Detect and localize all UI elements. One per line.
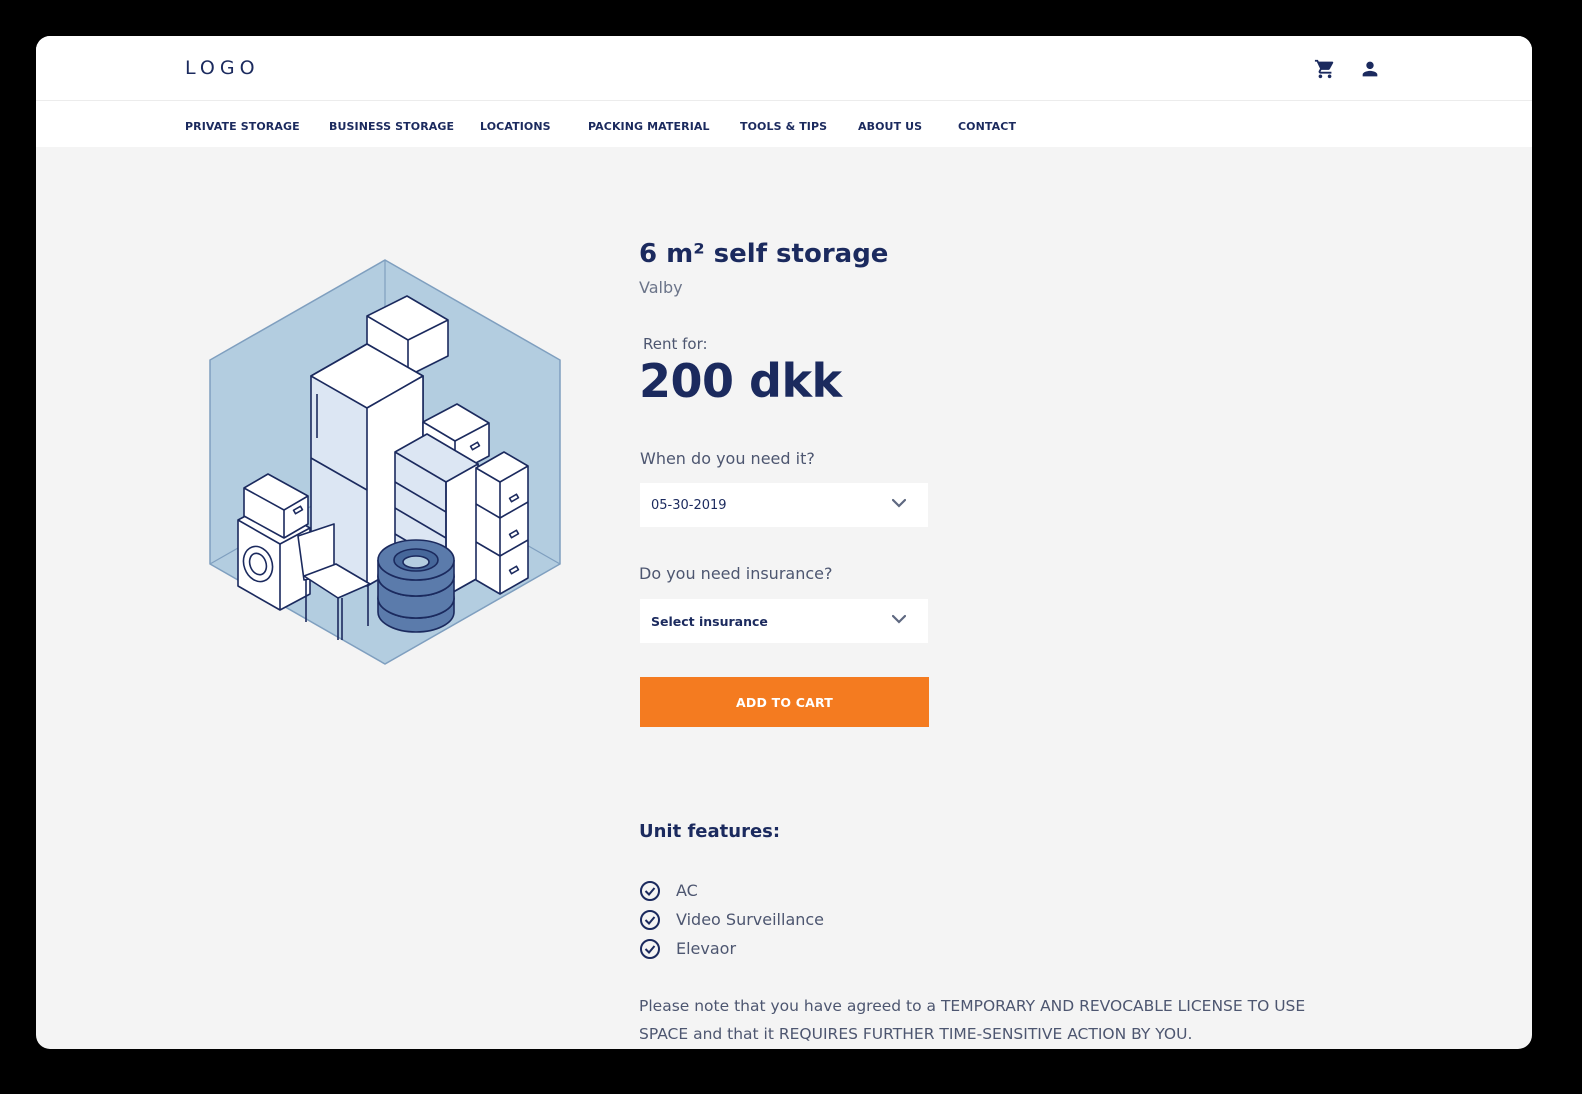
license-note: Please note that you have agreed to a TE… (639, 997, 1306, 1043)
nav-item-tools-tips[interactable]: TOOLS & TIPS (740, 120, 827, 133)
insurance-select[interactable]: Select insurance (640, 599, 928, 643)
top-bar: LOGO (36, 36, 1532, 101)
check-circle-icon (640, 881, 660, 901)
screen: LOGO PRIVATE STORAGE BUSINESS STORAGE LO… (36, 36, 1532, 1049)
main-nav: PRIVATE STORAGE BUSINESS STORAGE LOCATIO… (36, 101, 1532, 147)
insurance-select-value: Select insurance (651, 614, 768, 629)
product-title: 6 m² self storage (639, 239, 889, 269)
check-circle-icon (640, 910, 660, 930)
nav-item-private-storage[interactable]: PRIVATE STORAGE (185, 120, 300, 133)
nav-item-about-us[interactable]: ABOUT US (858, 120, 922, 133)
nav-item-business-storage[interactable]: BUSINESS STORAGE (329, 120, 454, 133)
chevron-down-icon (892, 614, 906, 624)
nav-item-packing-material[interactable]: PACKING MATERIAL (588, 120, 710, 133)
features-title: Unit features: (639, 821, 781, 842)
nav-item-contact[interactable]: CONTACT (958, 120, 1016, 133)
storage-unit-illustration (209, 259, 561, 665)
user-icon[interactable] (1359, 58, 1381, 80)
logo[interactable]: LOGO (185, 57, 260, 79)
price: 200 dkk (639, 354, 842, 408)
date-select-value: 05-30-2019 (651, 498, 727, 513)
chevron-down-icon (892, 498, 906, 508)
nav-item-locations[interactable]: LOCATIONS (480, 120, 551, 133)
device-frame: LOGO PRIVATE STORAGE BUSINESS STORAGE LO… (0, 0, 1568, 1084)
check-circle-icon (640, 939, 660, 959)
feature-label: Elevaor (676, 939, 737, 958)
feature-label: AC (676, 881, 698, 900)
date-select[interactable]: 05-30-2019 (640, 483, 928, 527)
cart-icon[interactable] (1314, 58, 1336, 80)
rent-label: Rent for: (643, 335, 708, 353)
insurance-question: Do you need insurance? (639, 564, 833, 583)
add-to-cart-button[interactable]: ADD TO CART (640, 677, 929, 727)
feature-label: Video Surveillance (676, 910, 825, 929)
date-question: When do you need it? (640, 449, 815, 468)
product-location: Valby (639, 278, 683, 297)
